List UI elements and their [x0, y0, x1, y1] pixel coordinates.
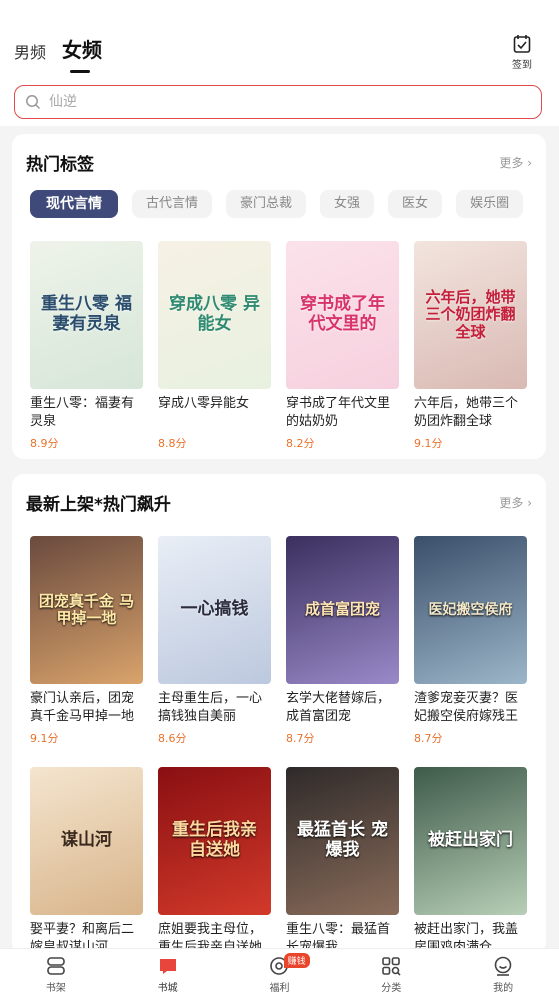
book-score: 9.1分: [30, 732, 59, 745]
cover-title: 成首富团宠: [304, 600, 380, 619]
book-cover[interactable]: 一心搞钱: [158, 536, 271, 684]
hot-tags-section: 热门标签 更多 › 现代言情 古代言情 豪门总裁 女强 医女 娱乐圈 重生八零 …: [12, 134, 546, 459]
new-trending-section: 最新上架*热门飙升 更多 › 团宠真千金 马甲掉一地 豪门认亲后，团宠真千金马甲…: [12, 474, 546, 954]
book-title[interactable]: 重生八零：福妻有灵泉: [30, 395, 143, 431]
book-card[interactable]: 团宠真千金 马甲掉一地 豪门认亲后，团宠真千金马甲掉一地 9.1分: [30, 536, 143, 746]
tab-male[interactable]: 男频: [14, 39, 46, 63]
book-cover[interactable]: 最猛首长 宠爆我: [286, 767, 399, 915]
book-cover[interactable]: 六年后，她带三个奶团炸翻全球: [414, 241, 527, 389]
cover-title: 团宠真千金 马甲掉一地: [38, 591, 135, 627]
book-card[interactable]: 谋山河 娶平妻？和离后二嫁皇叔谋山河: [30, 767, 143, 954]
book-cover[interactable]: 重生后我亲自送她: [158, 767, 271, 915]
chip-tag[interactable]: 医女: [388, 190, 443, 218]
book-card[interactable]: 最猛首长 宠爆我 重生八零：最猛首长宠爆我: [286, 767, 399, 954]
profile-icon: [494, 956, 512, 976]
chip-tag[interactable]: 娱乐圈: [456, 190, 524, 218]
category-icon: [382, 957, 401, 976]
book-grid-row-2: 谋山河 娶平妻？和离后二嫁皇叔谋山河 重生后我亲自送她 庶姐要我主母位，重生后我…: [30, 767, 542, 954]
channel-tabs: 男频 女频: [14, 34, 118, 73]
nav-welfare[interactable]: 赚钱 福利: [224, 949, 336, 995]
book-card[interactable]: 六年后，她带三个奶团炸翻全球 六年后，她带三个奶团炸翻全球 9.1分: [414, 241, 527, 451]
chip-tag[interactable]: 现代言情: [30, 190, 118, 218]
cover-title: 重生后我亲自送她: [172, 820, 257, 860]
chip-tag[interactable]: 豪门总裁: [226, 190, 307, 218]
book-card[interactable]: 穿成八零 异能女 穿成八零异能女 8.8分: [158, 241, 271, 451]
nav-label: 书城: [157, 983, 178, 994]
book-title[interactable]: 渣爹宠妾灭妻？医妃搬空侯府嫁残王: [414, 690, 527, 726]
book-cover[interactable]: 医妃搬空侯府: [414, 536, 527, 684]
book-title[interactable]: 穿书成了年代文里的姑奶奶: [286, 395, 399, 431]
new-trending-header: 最新上架*热门飙升 更多 ›: [26, 490, 532, 515]
book-cover[interactable]: 穿书成了年代文里的: [286, 241, 399, 389]
cover-title: 穿书成了年代文里的: [300, 294, 385, 334]
nav-bookshelf[interactable]: 书架: [0, 949, 112, 995]
search-input[interactable]: [49, 94, 449, 110]
book-cover[interactable]: 谋山河: [30, 767, 143, 915]
book-score: 8.6分: [158, 732, 187, 745]
search-icon: [26, 95, 41, 110]
book-card[interactable]: 重生后我亲自送她 庶姐要我主母位，重生后我亲自送她: [158, 767, 271, 954]
book-title[interactable]: 豪门认亲后，团宠真千金马甲掉一地: [30, 690, 143, 726]
nav-label: 福利: [269, 983, 290, 994]
book-score: 8.9分: [30, 437, 59, 450]
cover-title: 被赶出家门: [428, 830, 513, 851]
section-title: 最新上架*热门飙升: [26, 495, 171, 515]
book-cover[interactable]: 重生八零 福妻有灵泉: [30, 241, 143, 389]
bottom-nav: 书架 书城 赚钱 福利 分类 我的: [0, 948, 559, 995]
cover-title: 医妃搬空侯府: [428, 601, 513, 618]
nav-label: 书架: [45, 983, 66, 994]
more-link[interactable]: 更多 ›: [499, 494, 532, 511]
book-grid-row-1: 团宠真千金 马甲掉一地 豪门认亲后，团宠真千金马甲掉一地 9.1分 一心搞钱 主…: [30, 536, 542, 746]
book-card[interactable]: 一心搞钱 主母重生后，一心搞钱独自美丽 8.6分: [158, 536, 271, 746]
book-card[interactable]: 穿书成了年代文里的 穿书成了年代文里的姑奶奶 8.2分: [286, 241, 399, 451]
nav-label: 分类: [381, 983, 402, 994]
book-grid: 重生八零 福妻有灵泉 重生八零：福妻有灵泉 8.9分 穿成八零 异能女 穿成八零…: [30, 241, 542, 451]
book-title[interactable]: 主母重生后，一心搞钱独自美丽: [158, 690, 271, 726]
nav-bookstore[interactable]: 书城: [112, 949, 224, 995]
cover-title: 一心搞钱: [180, 599, 249, 620]
bookshelf-icon: [47, 957, 65, 975]
book-title[interactable]: 穿成八零异能女: [158, 395, 271, 431]
book-score: 8.7分: [414, 732, 443, 745]
signin-label: 签到: [512, 60, 532, 71]
search-bar[interactable]: [14, 85, 542, 119]
book-score: 8.8分: [158, 437, 187, 450]
book-card[interactable]: 医妃搬空侯府 渣爹宠妾灭妻？医妃搬空侯府嫁残王 8.7分: [414, 536, 527, 746]
book-score: 8.2分: [286, 437, 315, 450]
nav-profile[interactable]: 我的: [447, 949, 559, 995]
hot-tags-header: 热门标签 更多 ›: [26, 150, 532, 175]
book-card[interactable]: 被赶出家门 被赶出家门，我盖房围鸡肉满仓: [414, 767, 527, 954]
tab-female[interactable]: 女频: [62, 34, 102, 73]
book-score: 8.7分: [286, 732, 315, 745]
cover-title: 六年后，她带三个奶团炸翻全球: [425, 288, 516, 341]
more-link[interactable]: 更多 ›: [499, 154, 532, 171]
section-title: 热门标签: [26, 155, 94, 175]
book-card[interactable]: 重生八零 福妻有灵泉 重生八零：福妻有灵泉 8.9分: [30, 241, 143, 451]
calendar-check-icon: [513, 35, 531, 53]
nav-label: 我的: [493, 983, 514, 994]
bookstore-icon: [159, 959, 176, 974]
nav-category[interactable]: 分类: [335, 949, 447, 995]
cover-title: 重生八零 福妻有灵泉: [41, 294, 132, 334]
book-title[interactable]: 六年后，她带三个奶团炸翻全球: [414, 395, 527, 431]
book-cover[interactable]: 团宠真千金 马甲掉一地: [30, 536, 143, 684]
cover-title: 穿成八零 异能女: [169, 294, 260, 334]
book-cover[interactable]: 成首富团宠: [286, 536, 399, 684]
signin-button[interactable]: 签到: [509, 34, 535, 71]
chip-tag[interactable]: 女强: [320, 190, 375, 218]
top-bar: 男频 女频 签到: [0, 0, 559, 126]
book-score: 9.1分: [414, 437, 443, 450]
book-cover[interactable]: 穿成八零 异能女: [158, 241, 271, 389]
book-title[interactable]: 玄学大佬替嫁后，成首富团宠: [286, 690, 399, 726]
book-cover[interactable]: 被赶出家门: [414, 767, 527, 915]
earn-badge: 赚钱: [283, 953, 310, 968]
book-card[interactable]: 成首富团宠 玄学大佬替嫁后，成首富团宠 8.7分: [286, 536, 399, 746]
tag-chips: 现代言情 古代言情 豪门总裁 女强 医女 娱乐圈: [30, 190, 537, 218]
cover-title: 谋山河: [61, 830, 112, 851]
cover-title: 最猛首长 宠爆我: [297, 820, 388, 860]
chip-tag[interactable]: 古代言情: [132, 190, 213, 218]
